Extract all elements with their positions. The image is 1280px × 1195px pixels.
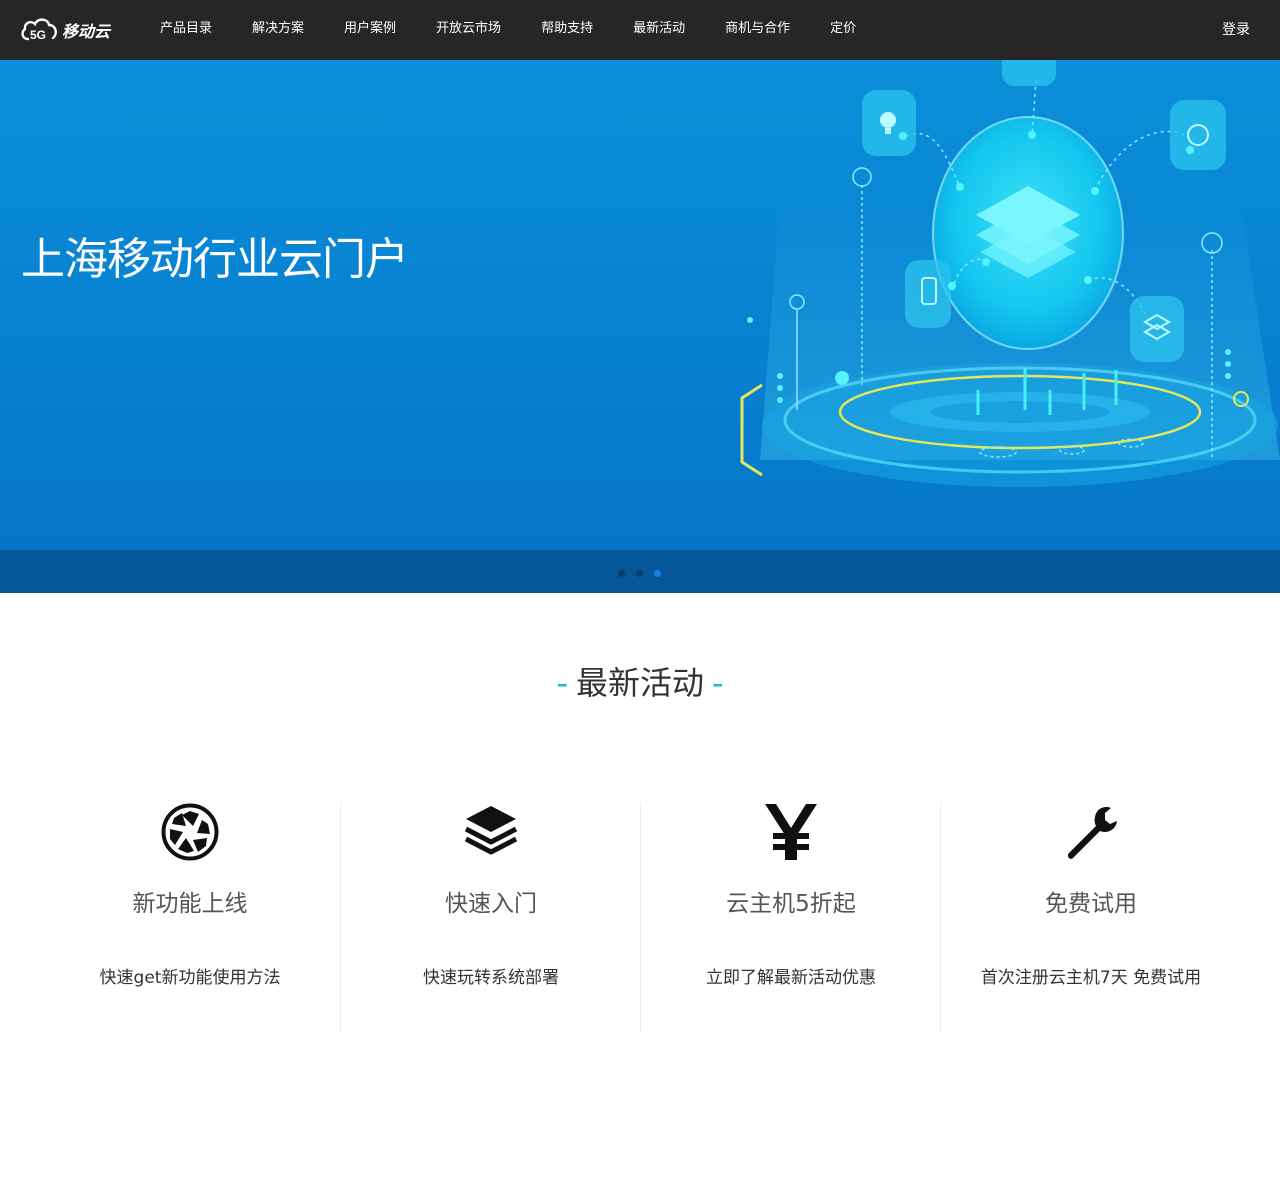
heading-dash-right: - xyxy=(712,664,724,702)
cloud-illustration xyxy=(740,60,1280,487)
feature-title: 云主机5折起 xyxy=(726,891,856,917)
feature-title: 快速入门 xyxy=(445,891,537,917)
nav-item-products[interactable]: 产品目录 xyxy=(160,0,212,60)
cloud-logo-icon: 5G xyxy=(21,18,57,42)
hero-banner[interactable]: 上海移动行业云门户 xyxy=(0,60,1280,550)
feature-list: 新功能上线 快速get新功能使用方法 快速入门 快速玩转系统部署 云主机5折起 … xyxy=(40,802,1240,1032)
carousel-indicator-bar xyxy=(0,550,1280,593)
carousel-dot-1[interactable] xyxy=(618,570,625,577)
feature-card-quick-start[interactable]: 快速入门 快速玩转系统部署 xyxy=(340,802,640,1032)
nav-item-support[interactable]: 帮助支持 xyxy=(541,0,593,60)
nav-item-cases[interactable]: 用户案例 xyxy=(344,0,396,60)
feature-desc: 立即了解最新活动优惠 xyxy=(706,968,876,988)
login-link[interactable]: 登录 xyxy=(1222,0,1250,60)
feature-title: 新功能上线 xyxy=(132,891,248,917)
nav-item-marketplace[interactable]: 开放云市场 xyxy=(436,0,501,60)
nav-item-pricing[interactable]: 定价 xyxy=(830,0,856,60)
aperture-icon xyxy=(161,803,219,861)
banner-title: 上海移动行业云门户 xyxy=(21,234,409,285)
logo-badge: 5G xyxy=(30,28,46,42)
feature-title: 免费试用 xyxy=(1045,891,1137,917)
carousel-dot-2[interactable] xyxy=(636,570,643,577)
section-heading: - 最新活动 - xyxy=(0,658,1280,704)
section-title: 最新活动 xyxy=(575,664,704,702)
feature-desc: 快速玩转系统部署 xyxy=(423,968,559,988)
heading-dash-left: - xyxy=(556,664,568,702)
nav-item-partnership[interactable]: 商机与合作 xyxy=(725,0,790,60)
nav-item-activities[interactable]: 最新活动 xyxy=(633,0,685,60)
carousel-dot-3[interactable] xyxy=(654,570,661,577)
nav-links: 产品目录 解决方案 用户案例 开放云市场 帮助支持 最新活动 商机与合作 定价 xyxy=(160,0,896,60)
yen-icon xyxy=(765,804,817,860)
layers-icon xyxy=(464,806,518,855)
logo[interactable]: 5G 移动云 xyxy=(20,16,116,44)
top-navbar: 5G 移动云 产品目录 解决方案 用户案例 开放云市场 帮助支持 最新活动 商机… xyxy=(0,0,1280,60)
logo-text: 移动云 xyxy=(62,22,111,41)
feature-desc: 快速get新功能使用方法 xyxy=(99,968,281,988)
wrench-icon xyxy=(1067,807,1117,859)
feature-desc: 首次注册云主机7天 免费试用 xyxy=(980,968,1202,988)
nav-item-solutions[interactable]: 解决方案 xyxy=(252,0,304,60)
feature-card-new-functions[interactable]: 新功能上线 快速get新功能使用方法 xyxy=(40,802,340,1032)
feature-card-free-trial[interactable]: 免费试用 首次注册云主机7天 免费试用 xyxy=(940,802,1240,1032)
feature-card-discount[interactable]: 云主机5折起 立即了解最新活动优惠 xyxy=(640,802,940,1032)
